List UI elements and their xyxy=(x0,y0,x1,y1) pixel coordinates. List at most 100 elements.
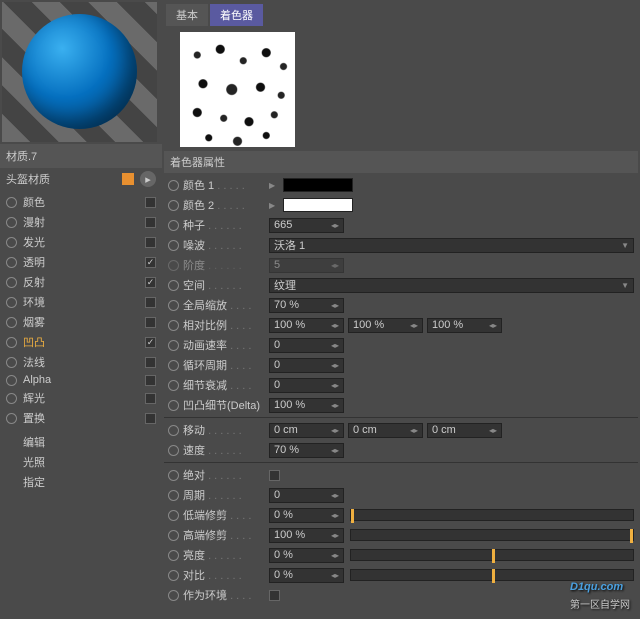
contrast-slider[interactable] xyxy=(350,569,634,581)
radio-icon[interactable] xyxy=(168,220,179,231)
radio-icon[interactable] xyxy=(168,425,179,436)
radio-icon[interactable] xyxy=(168,510,179,521)
low-clip-slider[interactable] xyxy=(350,509,634,521)
detail-atten-input[interactable]: 0◂▸ xyxy=(269,378,344,393)
radio-icon[interactable] xyxy=(168,380,179,391)
channel-row[interactable]: 透明✓ xyxy=(0,252,162,272)
move-x[interactable]: 0 cm◂▸ xyxy=(269,423,344,438)
triangle-icon[interactable]: ▶ xyxy=(269,181,279,190)
seed-input[interactable]: 665◂▸ xyxy=(269,218,344,233)
channel-checkbox[interactable]: ✓ xyxy=(145,257,156,268)
radio-icon[interactable] xyxy=(168,400,179,411)
channel-row[interactable]: 烟雾 xyxy=(0,312,162,332)
channel-checkbox[interactable] xyxy=(145,197,156,208)
channel-row[interactable]: 凹凸✓ xyxy=(0,332,162,352)
delta-input[interactable]: 100 %◂▸ xyxy=(269,398,344,413)
channel-checkbox[interactable]: ✓ xyxy=(145,277,156,288)
noise-dropdown[interactable]: 沃洛 1▼ xyxy=(269,238,634,253)
radio-icon[interactable] xyxy=(168,470,179,481)
channel-row[interactable]: 环境 xyxy=(0,292,162,312)
radio-icon[interactable] xyxy=(6,337,17,348)
channel-checkbox[interactable] xyxy=(145,297,156,308)
move-y[interactable]: 0 cm◂▸ xyxy=(348,423,423,438)
channel-row[interactable]: 辉光 xyxy=(0,388,162,408)
contrast-input[interactable]: 0 %◂▸ xyxy=(269,568,344,583)
radio-icon[interactable] xyxy=(6,297,17,308)
radio-icon[interactable] xyxy=(168,490,179,501)
radio-icon[interactable] xyxy=(6,237,17,248)
channel-checkbox[interactable] xyxy=(145,375,156,386)
absolute-checkbox[interactable] xyxy=(269,470,280,481)
channel-checkbox[interactable] xyxy=(145,217,156,228)
extra-label: 编辑 xyxy=(23,434,156,450)
extra-row[interactable]: 光照 xyxy=(0,452,162,472)
material-swatch[interactable] xyxy=(122,173,134,185)
brightness-input[interactable]: 0 %◂▸ xyxy=(269,548,344,563)
radio-icon[interactable] xyxy=(6,277,17,288)
high-clip-slider[interactable] xyxy=(350,529,634,541)
extra-row[interactable]: 指定 xyxy=(0,472,162,492)
color2-swatch[interactable] xyxy=(283,198,353,212)
radio-icon[interactable] xyxy=(168,200,179,211)
triangle-icon[interactable]: ▶ xyxy=(269,201,279,210)
radio-icon[interactable] xyxy=(168,320,179,331)
radio-icon[interactable] xyxy=(168,530,179,541)
radio-icon[interactable] xyxy=(168,360,179,371)
channel-row[interactable]: 漫射 xyxy=(0,212,162,232)
channel-row[interactable]: Alpha xyxy=(0,372,162,388)
shader-preview[interactable] xyxy=(180,32,295,147)
relscale-x[interactable]: 100 %◂▸ xyxy=(269,318,344,333)
radio-icon[interactable] xyxy=(168,340,179,351)
radio-icon[interactable] xyxy=(168,280,179,291)
channel-checkbox[interactable] xyxy=(145,317,156,328)
channel-checkbox[interactable] xyxy=(145,393,156,404)
channel-row[interactable]: 置换 xyxy=(0,408,162,428)
radio-icon[interactable] xyxy=(6,357,17,368)
radio-icon[interactable] xyxy=(168,590,179,601)
low-clip-input[interactable]: 0 %◂▸ xyxy=(269,508,344,523)
channel-row[interactable]: 反射 ✓ xyxy=(0,272,162,292)
global-scale-input[interactable]: 70 %◂▸ xyxy=(269,298,344,313)
channel-row[interactable]: 发光 xyxy=(0,232,162,252)
radio-icon[interactable] xyxy=(168,240,179,251)
extra-label: 指定 xyxy=(23,474,156,490)
relscale-y[interactable]: 100 %◂▸ xyxy=(348,318,423,333)
channel-checkbox[interactable] xyxy=(145,237,156,248)
color1-swatch[interactable] xyxy=(283,178,353,192)
radio-icon[interactable] xyxy=(6,317,17,328)
brightness-slider[interactable] xyxy=(350,549,634,561)
radio-icon[interactable] xyxy=(6,375,17,386)
tab-shader[interactable]: 着色器 xyxy=(210,4,263,26)
move-z[interactable]: 0 cm◂▸ xyxy=(427,423,502,438)
channel-label: 反射 xyxy=(23,274,139,290)
arrow-icon[interactable]: ▸ xyxy=(140,171,156,187)
radio-icon[interactable] xyxy=(168,570,179,581)
relscale-z[interactable]: 100 %◂▸ xyxy=(427,318,502,333)
radio-icon[interactable] xyxy=(168,180,179,191)
radio-icon[interactable] xyxy=(168,550,179,561)
tab-basic[interactable]: 基本 xyxy=(166,4,208,26)
right-panel: 基本 着色器 着色器属性 颜色 1 . . . . . ▶ 颜色 2 . . .… xyxy=(162,0,640,619)
speed-input[interactable]: 70 %◂▸ xyxy=(269,443,344,458)
radio-icon[interactable] xyxy=(6,217,17,228)
anim-speed-input[interactable]: 0◂▸ xyxy=(269,338,344,353)
space-dropdown[interactable]: 纹理▼ xyxy=(269,278,634,293)
loop-period-input[interactable]: 0◂▸ xyxy=(269,358,344,373)
material-name[interactable]: 材质.7 xyxy=(0,144,162,168)
extra-row[interactable]: 编辑 xyxy=(0,432,162,452)
radio-icon[interactable] xyxy=(6,257,17,268)
left-panel: 材质.7 头盔材质 ▸ 颜色漫射发光透明✓反射✓环境烟雾凹凸✓法线Alpha辉光… xyxy=(0,0,162,619)
high-clip-input[interactable]: 100 %◂▸ xyxy=(269,528,344,543)
channel-checkbox[interactable] xyxy=(145,357,156,368)
channel-row[interactable]: 颜色 xyxy=(0,192,162,212)
cycles-input[interactable]: 0◂▸ xyxy=(269,488,344,503)
channel-row[interactable]: 法线 xyxy=(0,352,162,372)
radio-icon[interactable] xyxy=(168,300,179,311)
radio-icon[interactable] xyxy=(168,445,179,456)
radio-icon[interactable] xyxy=(6,393,17,404)
channel-checkbox[interactable]: ✓ xyxy=(145,337,156,348)
as-env-checkbox[interactable] xyxy=(269,590,280,601)
radio-icon[interactable] xyxy=(6,197,17,208)
channel-checkbox[interactable] xyxy=(145,413,156,424)
radio-icon[interactable] xyxy=(6,413,17,424)
